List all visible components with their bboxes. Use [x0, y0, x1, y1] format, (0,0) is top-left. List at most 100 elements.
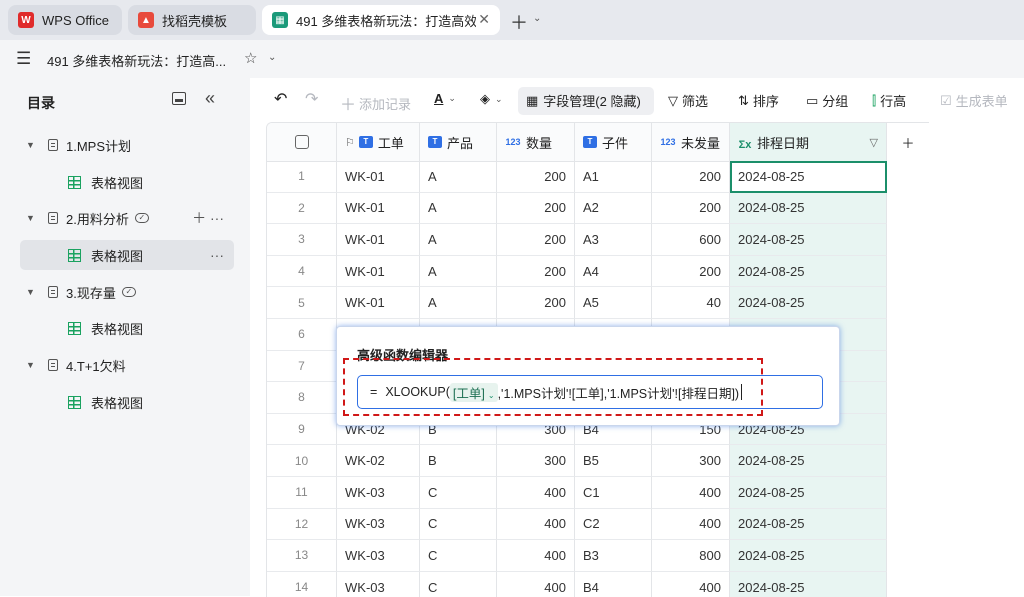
cell-product[interactable]: A — [420, 224, 497, 256]
field-manage-button[interactable]: ▦ 字段管理(2 隐藏) — [526, 91, 641, 110]
sidebar-item-mps[interactable]: ▼ 1.MPS计划 — [20, 130, 234, 160]
table-row[interactable]: 4 WK-01 A 200 A4 200 2024-08-25 — [267, 255, 929, 288]
cell-unissued[interactable]: 400 — [652, 477, 730, 509]
cell-work-order[interactable]: WK-01 — [337, 192, 420, 225]
cell-product[interactable]: A — [420, 287, 497, 319]
cell-schedule-date[interactable]: 2024-08-25 — [730, 224, 887, 256]
cell-schedule-date[interactable]: 2024-08-25 — [730, 477, 887, 509]
cell-quantity[interactable]: 400 — [497, 477, 575, 509]
cell-unissued[interactable]: 40 — [652, 287, 730, 319]
new-tab-icon[interactable]: ＋ — [510, 9, 528, 35]
row-number[interactable]: 9 — [267, 413, 337, 446]
row-number[interactable]: 1 — [267, 161, 337, 193]
cell-component[interactable]: A1 — [575, 161, 652, 193]
hide-panel-icon[interactable] — [172, 92, 186, 105]
fill-color-button[interactable]: ◈ ⌄ — [480, 91, 503, 107]
tab-docer[interactable]: ▲ 找稻壳模板 — [128, 5, 256, 35]
tab-active-document[interactable]: ▦ 491 多维表格新玩法：打造高效自 ✕ — [262, 5, 500, 35]
table-row[interactable]: 12 WK-03 C 400 C2 400 2024-08-25 — [267, 508, 929, 541]
cell-unissued[interactable]: 600 — [652, 224, 730, 256]
cell-quantity[interactable]: 400 — [497, 508, 575, 541]
cell-work-order[interactable]: WK-01 — [337, 161, 420, 193]
row-number[interactable]: 8 — [267, 382, 337, 414]
cell-schedule-date[interactable]: 2024-08-25 — [730, 508, 887, 541]
sidebar-item-mps-view[interactable]: 表格视图 — [20, 167, 234, 197]
generate-form-button[interactable]: ☑ 生成表单 — [940, 91, 1008, 110]
row-number[interactable]: 12 — [267, 508, 337, 541]
sort-button[interactable]: ⇅ 排序 — [738, 91, 779, 110]
cell-work-order[interactable]: WK-03 — [337, 571, 420, 597]
redo-icon[interactable]: ↷ — [305, 89, 318, 109]
cell-schedule-date[interactable]: 2024-08-25 — [730, 445, 887, 477]
sidebar-item-material-analysis-view[interactable]: 表格视图 ··· — [20, 240, 234, 270]
caret-down-icon[interactable]: ▼ — [26, 287, 38, 297]
column-header-schedule-date[interactable]: Σx 排程日期 ▽ — [730, 123, 887, 161]
sidebar-item-stock-view[interactable]: 表格视图 — [20, 313, 234, 343]
cell-unissued[interactable]: 200 — [652, 255, 730, 288]
cell-unissued[interactable]: 200 — [652, 192, 730, 225]
cell-unissued[interactable]: 400 — [652, 571, 730, 597]
caret-down-icon[interactable]: ▼ — [26, 140, 38, 150]
cell-work-order[interactable]: WK-02 — [337, 445, 420, 477]
cell-product[interactable]: C — [420, 540, 497, 572]
cell-unissued[interactable]: 400 — [652, 508, 730, 541]
sidebar-item-material-analysis[interactable]: ▼ 2.用料分析 ✓ ＋ ··· — [20, 203, 234, 233]
cell-product[interactable]: C — [420, 571, 497, 597]
row-number[interactable]: 3 — [267, 224, 337, 256]
sidebar-item-stock[interactable]: ▼ 3.现存量 ✓ — [20, 277, 234, 307]
undo-icon[interactable]: ↶ — [274, 89, 287, 109]
row-number[interactable]: 11 — [267, 477, 337, 509]
cell-work-order[interactable]: WK-03 — [337, 508, 420, 541]
row-number[interactable]: 10 — [267, 445, 337, 477]
filter-icon[interactable]: ▽ — [870, 136, 878, 149]
table-row[interactable]: 13 WK-03 C 400 B3 800 2024-08-25 — [267, 540, 929, 572]
tab-wps-office[interactable]: W WPS Office — [8, 5, 122, 35]
caret-down-icon[interactable]: ▼ — [26, 360, 38, 370]
table-row[interactable]: 10 WK-02 B 300 B5 300 2024-08-25 — [267, 445, 929, 477]
table-row[interactable]: 1 WK-01 A 200 A1 200 2024-08-25 — [267, 161, 929, 193]
column-header-product[interactable]: T 产品 — [420, 123, 497, 161]
cell-schedule-date[interactable]: 2024-08-25 — [730, 571, 887, 597]
cell-schedule-date[interactable]: 2024-08-25 — [730, 540, 887, 572]
star-icon[interactable]: ☆ — [244, 49, 257, 67]
cell-work-order[interactable]: WK-01 — [337, 224, 420, 256]
group-button[interactable]: ▭ 分组 — [806, 91, 848, 110]
cell-component[interactable]: A3 — [575, 224, 652, 256]
add-and-more-icons[interactable]: ＋ ··· — [192, 208, 224, 228]
cell-quantity[interactable]: 200 — [497, 192, 575, 225]
cell-quantity[interactable]: 200 — [497, 255, 575, 288]
cell-product[interactable]: A — [420, 192, 497, 225]
cell-quantity[interactable]: 200 — [497, 224, 575, 256]
table-row[interactable]: 14 WK-03 C 400 B4 400 2024-08-25 — [267, 571, 929, 597]
cell-product[interactable]: B — [420, 445, 497, 477]
cell-unissued[interactable]: 200 — [652, 161, 730, 193]
filter-button[interactable]: ▽ 筛选 — [668, 91, 708, 110]
row-number[interactable]: 6 — [267, 319, 337, 351]
row-number[interactable]: 14 — [267, 571, 337, 597]
doc-title[interactable]: 491 多维表格新玩法：打造高... — [47, 51, 226, 70]
cell-work-order[interactable]: WK-03 — [337, 477, 420, 509]
cell-component[interactable]: B4 — [575, 571, 652, 597]
sidebar-item-shortage[interactable]: ▼ 4.T+1欠料 — [20, 350, 234, 380]
cell-component[interactable]: A5 — [575, 287, 652, 319]
add-record-button[interactable]: ＋ 添加记录 — [340, 91, 411, 115]
cell-product[interactable]: A — [420, 255, 497, 288]
cell-work-order[interactable]: WK-01 — [337, 255, 420, 288]
cell-component[interactable]: A4 — [575, 255, 652, 288]
caret-down-icon[interactable]: ▼ — [26, 213, 38, 223]
cell-work-order[interactable]: WK-03 — [337, 540, 420, 572]
cell-component[interactable]: C1 — [575, 477, 652, 509]
chevron-down-icon[interactable]: ⌄ — [533, 13, 541, 24]
row-number[interactable]: 4 — [267, 255, 337, 288]
collapse-sidebar-icon[interactable]: « — [205, 88, 215, 109]
cell-product[interactable]: C — [420, 508, 497, 541]
more-icon[interactable]: ··· — [210, 247, 224, 263]
sidebar-item-shortage-view[interactable]: 表格视图 — [20, 387, 234, 417]
cell-quantity[interactable]: 200 — [497, 287, 575, 319]
column-header-quantity[interactable]: 123 数量 — [497, 123, 575, 161]
menu-icon[interactable]: ☰ — [16, 49, 31, 69]
cell-unissued[interactable]: 300 — [652, 445, 730, 477]
cell-quantity[interactable]: 400 — [497, 540, 575, 572]
row-number[interactable]: 7 — [267, 350, 337, 383]
cell-quantity[interactable]: 300 — [497, 445, 575, 477]
